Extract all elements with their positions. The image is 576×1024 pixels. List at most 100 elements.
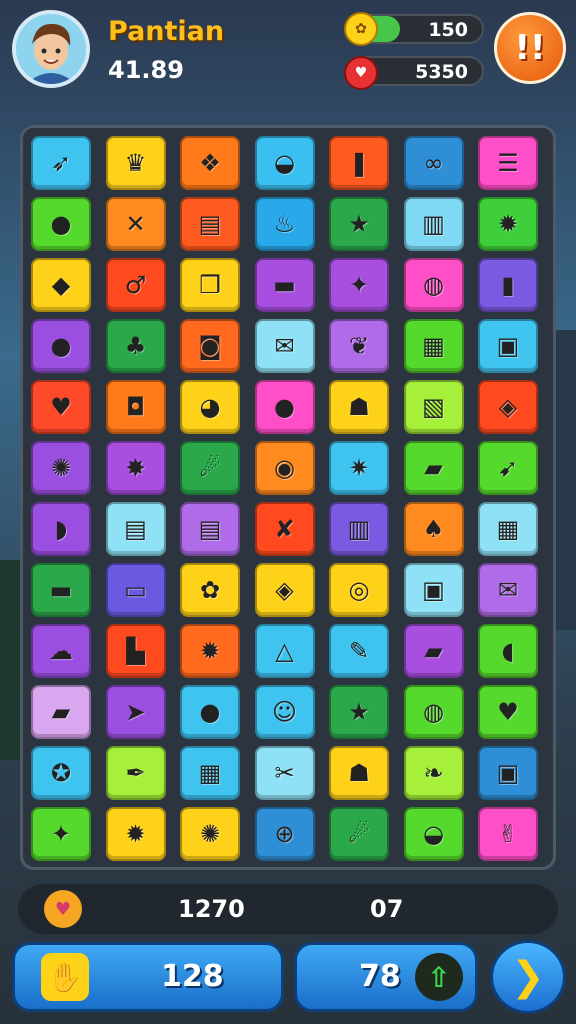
next-button[interactable]: ❯	[490, 940, 566, 1014]
game-tile[interactable]: ✉	[478, 563, 538, 617]
game-tile[interactable]: ✕	[105, 197, 166, 251]
game-tile[interactable]: ◙	[180, 319, 240, 373]
alert-button[interactable]: !!	[494, 12, 566, 84]
game-tile[interactable]: ▮	[478, 258, 538, 312]
game-tile[interactable]: ➹	[478, 441, 538, 495]
game-tile[interactable]: ✘	[254, 502, 315, 556]
game-tile[interactable]: ✦	[329, 258, 389, 312]
game-tile[interactable]: ◆	[31, 258, 91, 312]
game-tile[interactable]: ✉	[254, 319, 315, 373]
game-tile[interactable]: ◒	[254, 136, 315, 190]
game-tile[interactable]: ♣	[105, 319, 166, 373]
game-tile[interactable]: ✷	[329, 441, 389, 495]
game-tile[interactable]: ◖	[478, 624, 538, 678]
game-tile[interactable]: ☰	[478, 136, 538, 190]
game-tile[interactable]: ✦	[31, 807, 91, 861]
game-tile[interactable]: ♠	[403, 502, 464, 556]
tile-item-icon: ▰	[424, 454, 443, 482]
game-tile[interactable]: ✿	[180, 563, 240, 617]
game-tile[interactable]: ★	[329, 197, 389, 251]
game-tile[interactable]: ∞	[403, 136, 464, 190]
tile-item-icon: ★	[348, 698, 370, 726]
game-tile[interactable]: ✺	[31, 441, 91, 495]
game-tile[interactable]: ▣	[403, 563, 464, 617]
mid-action-button[interactable]: 78 ⇧	[294, 942, 478, 1012]
game-tile[interactable]: ♨	[254, 197, 315, 251]
game-tile[interactable]: ✺	[180, 807, 240, 861]
game-tile[interactable]: ✂	[254, 746, 315, 800]
game-tile[interactable]: ❚	[329, 136, 389, 190]
game-tile[interactable]: ●	[180, 685, 240, 739]
game-tile[interactable]: ▦	[478, 502, 538, 556]
game-tile[interactable]: ⊕	[254, 807, 315, 861]
game-tile[interactable]: ♛	[105, 136, 166, 190]
game-tile[interactable]: ☗	[329, 380, 389, 434]
game-tile[interactable]: ♥	[31, 380, 91, 434]
game-tile[interactable]: ♂	[105, 258, 166, 312]
game-tile[interactable]: ▧	[403, 380, 464, 434]
game-tile[interactable]: ▬	[31, 563, 91, 617]
game-tile[interactable]: ◍	[403, 258, 464, 312]
game-tile[interactable]: ❖	[180, 136, 240, 190]
game-tile[interactable]: ▣	[478, 746, 538, 800]
game-tile[interactable]: ▬	[254, 258, 315, 312]
game-tile[interactable]: ◕	[180, 380, 240, 434]
background-building-left	[0, 560, 20, 760]
player-name: Pantian	[108, 16, 225, 47]
tile-item-icon: ❚	[348, 149, 370, 177]
game-tile[interactable]: △	[254, 624, 315, 678]
game-tile[interactable]: ◎	[329, 563, 389, 617]
game-tile[interactable]: ◈	[478, 380, 538, 434]
tile-item-icon: ▬	[273, 271, 296, 299]
game-tile[interactable]: ▤	[180, 197, 240, 251]
game-tile[interactable]: ▦	[403, 319, 464, 373]
game-tile[interactable]: ★	[329, 685, 389, 739]
player-avatar[interactable]	[12, 10, 90, 88]
game-tile[interactable]: ❦	[329, 319, 389, 373]
game-tile[interactable]: ☄	[329, 807, 389, 861]
game-tile[interactable]: ☺	[254, 685, 315, 739]
game-tile[interactable]: ◘	[105, 380, 166, 434]
game-tile[interactable]: ◉	[254, 441, 315, 495]
tile-item-icon: ▰	[51, 698, 71, 726]
background-building-right	[556, 330, 576, 630]
game-tile[interactable]: ●	[254, 380, 315, 434]
game-tile[interactable]: ◍	[403, 685, 464, 739]
game-tile[interactable]: ✹	[105, 807, 166, 861]
game-tile[interactable]: ♥	[478, 685, 538, 739]
left-action-button[interactable]: ✋ 128	[12, 942, 284, 1012]
game-tile[interactable]: ➤	[105, 685, 166, 739]
game-tile[interactable]: ✹	[180, 624, 240, 678]
game-tile[interactable]: ☁	[31, 624, 91, 678]
game-tile[interactable]: ◈	[254, 563, 315, 617]
game-tile[interactable]: ▭	[105, 563, 166, 617]
game-tile[interactable]: ●	[31, 197, 91, 251]
game-tile[interactable]: ☗	[329, 746, 389, 800]
tile-item-icon: ▣	[422, 576, 445, 604]
game-tile[interactable]: ●	[31, 319, 91, 373]
game-tile[interactable]: ▣	[478, 319, 538, 373]
tile-item-icon: ✘	[274, 515, 295, 543]
game-tile[interactable]: ✪	[31, 746, 91, 800]
game-tile[interactable]: ✎	[329, 624, 389, 678]
game-tile[interactable]: ▥	[329, 502, 389, 556]
game-tile[interactable]: ▦	[180, 746, 240, 800]
game-tile[interactable]: ✒	[105, 746, 166, 800]
game-tile[interactable]: ▙	[105, 624, 166, 678]
game-tile[interactable]: ▤	[180, 502, 240, 556]
game-tile[interactable]: ◗	[31, 502, 91, 556]
game-tile[interactable]: ◒	[403, 807, 464, 861]
game-tile[interactable]: ▥	[403, 197, 464, 251]
game-tile[interactable]: ➶	[31, 136, 91, 190]
game-tile[interactable]: ▰	[403, 441, 464, 495]
game-tile[interactable]: ❧	[403, 746, 464, 800]
game-tile[interactable]: ☄	[180, 441, 240, 495]
game-tile[interactable]: ❒	[180, 258, 240, 312]
game-tile[interactable]: ✹	[478, 197, 538, 251]
game-tile[interactable]: ✌	[478, 807, 538, 861]
game-tile[interactable]: ▤	[105, 502, 166, 556]
game-tile[interactable]: ✸	[105, 441, 166, 495]
game-tile[interactable]: ▰	[31, 685, 91, 739]
heart-balloon-icon: ♥	[344, 56, 378, 90]
game-tile[interactable]: ▰	[403, 624, 464, 678]
